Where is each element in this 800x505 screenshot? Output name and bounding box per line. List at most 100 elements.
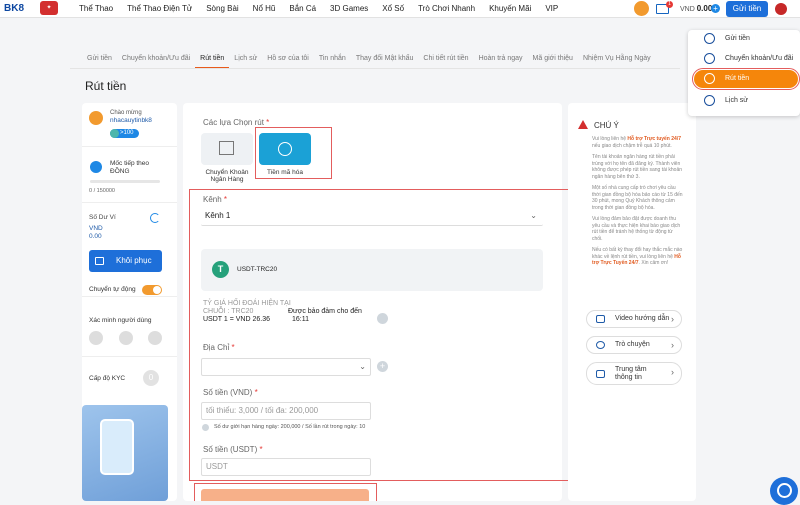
help-center-button[interactable]: Trung tâm thông tin › xyxy=(586,362,682,385)
header-balance-value: 0.00 xyxy=(696,4,713,13)
video-guide-label: Video hướng dẫn xyxy=(615,315,670,322)
chat-icon xyxy=(596,341,605,349)
support-link[interactable]: Hỗ trợ Trực tuyến 24/7 xyxy=(627,136,681,142)
wallet-balance-value: 0.00 xyxy=(89,233,102,240)
kyc-level-badge: 0 xyxy=(143,370,159,386)
transfer-icon xyxy=(704,53,715,64)
refresh-rate-icon[interactable] xyxy=(377,313,388,324)
notice-text: nếu giao dịch chậm trễ quá 10 phút. xyxy=(592,142,672,149)
nav-fishing[interactable]: Bắn Cá xyxy=(282,0,323,18)
tab-transfer[interactable]: Chuyển khoản/Ưu đãi xyxy=(117,49,195,69)
add-address-icon[interactable]: + xyxy=(377,361,388,372)
auto-transfer-toggle[interactable] xyxy=(142,285,162,295)
add-funds-icon[interactable]: + xyxy=(711,4,720,13)
notice-item: Tên tài khoản ngân hàng rút tiền phải tr… xyxy=(592,154,684,180)
channel-required-mark: * xyxy=(223,195,228,204)
notice-panel: CHÚ Ý Vui lòng liên hệ Hỗ trợ Trực tuyến… xyxy=(568,103,696,501)
welcome-section: Chào mừng nhacauytinbk8 >100 xyxy=(82,103,177,147)
partner-logo-icon[interactable]: ✦ xyxy=(40,1,58,15)
tab-withdraw-details[interactable]: Chi tiết rút tiền xyxy=(418,49,473,69)
promo-banner[interactable] xyxy=(82,405,168,501)
address-select[interactable]: ⌄ xyxy=(201,358,371,376)
menu-deposit-label: Gửi tiền xyxy=(725,35,750,42)
channel-select[interactable]: Kênh 1 ⌄ xyxy=(201,208,543,226)
menu-item-transfer[interactable]: Chuyển khoản/Ưu đãi xyxy=(694,50,798,68)
nav-sports[interactable]: Thể Thao xyxy=(72,0,120,18)
guarantee-label: Được bảo đảm cho đến xyxy=(288,308,362,315)
nav-esports[interactable]: Thể Thao Điện Tử xyxy=(120,0,199,18)
video-icon xyxy=(596,315,605,323)
header-balance-currency: VND xyxy=(680,6,695,13)
notice-title: CHÚ Ý xyxy=(594,121,619,130)
notice-text: Tên tài khoản ngân hàng rút tiền phải tr… xyxy=(592,154,683,180)
menu-item-withdraw[interactable]: Rút tiền xyxy=(692,68,800,90)
withdraw-options-label: Các lựa Chọn rút * xyxy=(203,118,269,127)
nav-casino[interactable]: Sòng Bài xyxy=(199,0,245,18)
brand-logo[interactable]: BK8 xyxy=(4,1,30,16)
notice-text: Vui lòng đảm bảo đặt được doanh thu yêu … xyxy=(592,216,681,242)
tab-profile[interactable]: Hồ sơ của tôi xyxy=(262,49,314,69)
nav-quick-games[interactable]: Trò Chơi Nhanh xyxy=(411,0,482,18)
nav-lottery[interactable]: Xổ Số xyxy=(375,0,411,18)
amount-vnd-label-text: Số tiền (VND) xyxy=(203,388,253,397)
withdraw-form-panel: Các lựa Chọn rút * Chuyển Khoản Ngân Hàn… xyxy=(183,103,569,501)
amount-vnd-input[interactable]: tối thiểu: 3,000 / tối đa: 200,000 xyxy=(201,402,371,420)
refresh-icon[interactable] xyxy=(150,213,160,223)
tab-change-password[interactable]: Thay đổi Mật khẩu xyxy=(351,49,419,69)
address-chevron-icon: ⌄ xyxy=(359,362,366,371)
language-flag-icon[interactable] xyxy=(775,3,787,15)
chat-label: Trò chuyện xyxy=(615,341,650,348)
channel-value: Kênh 1 xyxy=(205,211,231,220)
coin-card: T USDT-TRC20 xyxy=(201,249,543,291)
chat-button[interactable]: Trò chuyện › xyxy=(586,336,682,354)
amount-usdt-placeholder: USDT xyxy=(206,462,228,471)
amount-usdt-input[interactable]: USDT xyxy=(201,458,371,476)
restore-label: Khôi phục xyxy=(116,256,152,265)
tab-referral[interactable]: Mã giới thiệu xyxy=(528,49,578,69)
tab-history[interactable]: Lịch sử xyxy=(229,49,262,69)
form-highlight-box xyxy=(189,189,569,481)
page-title: Rút tiền xyxy=(85,79,127,93)
user-avatar-icon[interactable] xyxy=(634,1,649,16)
submit-withdraw-button[interactable] xyxy=(201,489,369,501)
required-mark: * xyxy=(266,118,270,127)
usdt-icon: T xyxy=(212,261,229,278)
auto-transfer-label: Chuyển tự động xyxy=(89,286,136,293)
nav-slots[interactable]: Nổ Hũ xyxy=(246,0,283,18)
tabs-divider xyxy=(70,68,680,69)
chat-chevron-icon: › xyxy=(671,340,674,350)
profile-panel: Chào mừng nhacauytinbk8 >100 Mốc tiếp th… xyxy=(82,103,177,501)
notice-list: Vui lòng liên hệ Hỗ trợ Trực tuyến 24/7 … xyxy=(592,136,684,272)
tab-messages[interactable]: Tin nhắn xyxy=(314,49,351,69)
notice-item: Nếu có bất kỳ thay đổi hay thắc mắc nào … xyxy=(592,247,684,267)
limit-note: Số dư giới hạn hàng ngày: 200,000 / Số l… xyxy=(214,424,366,430)
chevron-down-icon: ⌄ xyxy=(530,211,537,220)
bank-transfer-option[interactable] xyxy=(201,133,253,165)
amount-usdt-label: Số tiền (USDT) * xyxy=(203,445,263,454)
notice-item: Một số nhà cung cấp trò chơi yêu cầu thờ… xyxy=(592,185,684,211)
notice-item: Vui lòng đảm bảo đặt được doanh thu yêu … xyxy=(592,216,684,242)
info-icon xyxy=(202,424,209,431)
nav-3d-games[interactable]: 3D Games xyxy=(323,0,375,18)
amount-vnd-required-mark: * xyxy=(254,388,258,397)
amount-vnd-label: Số tiền (VND) * xyxy=(203,388,258,397)
nav-promotions[interactable]: Khuyến Mãi xyxy=(482,0,538,18)
tab-rebate[interactable]: Hoàn trả ngay xyxy=(474,49,528,69)
address-label: Địa Chỉ * xyxy=(203,343,235,352)
deposit-button[interactable]: Gửi tiền xyxy=(726,1,768,17)
milestone-unit: ĐỒNG xyxy=(110,168,130,175)
milestone-label: Mốc tiếp theo xyxy=(110,160,150,167)
help-icon xyxy=(596,370,605,378)
withdraw-options-text: Các lựa Chọn rút xyxy=(203,118,264,127)
menu-item-deposit[interactable]: Gửi tiền xyxy=(694,30,798,48)
verify-section: Xác minh người dùng xyxy=(82,309,177,357)
tab-withdraw[interactable]: Rút tiền xyxy=(195,49,230,69)
account-dropdown-menu: Gửi tiền Chuyển khoản/Ưu đãi Rút tiền Lị… xyxy=(688,30,800,116)
tab-daily-missions[interactable]: Nhiệm Vụ Hằng Ngày xyxy=(578,49,656,69)
menu-transfer-label: Chuyển khoản/Ưu đãi xyxy=(725,55,794,62)
tab-deposit[interactable]: Gửi tiền xyxy=(82,49,117,69)
video-guide-button[interactable]: Video hướng dẫn › xyxy=(586,310,682,328)
nav-vip[interactable]: VIP xyxy=(538,0,565,18)
verify-phone-icon xyxy=(89,331,103,345)
menu-item-history[interactable]: Lịch sử xyxy=(694,92,798,110)
